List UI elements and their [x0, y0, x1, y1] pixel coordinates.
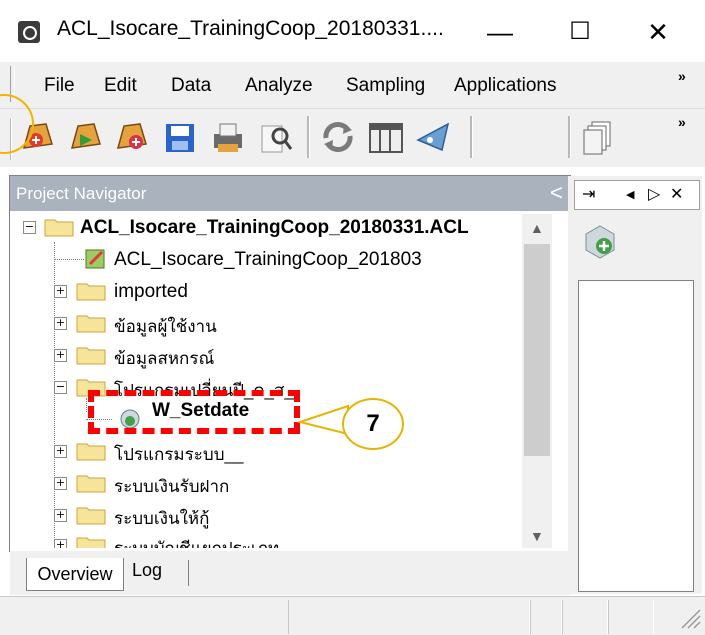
expand-icon[interactable]: + — [54, 539, 67, 548]
menu-edit[interactable]: Edit — [104, 75, 137, 97]
menu-file[interactable]: File — [44, 75, 75, 97]
tree-row-folder[interactable]: + โปรแกรมระบบ__ — [10, 436, 554, 466]
collapse-icon[interactable]: − — [23, 221, 36, 234]
close-button[interactable]: ✕ — [628, 8, 688, 56]
status-cell — [608, 600, 654, 634]
filter-icon[interactable] — [412, 114, 456, 160]
search-icon[interactable] — [254, 114, 298, 160]
project-navigator-title: Project Navigator — [16, 184, 147, 203]
menu-overflow-icon[interactable]: » — [678, 68, 686, 84]
project-tree: − ACL_Isocare_TrainingCoop_20180331.ACL … — [10, 212, 554, 548]
toolbar-separator — [307, 116, 310, 158]
new-table-icon[interactable] — [110, 114, 154, 160]
expand-icon[interactable]: + — [54, 445, 67, 458]
right-panel-content — [578, 280, 694, 592]
tab-divider — [188, 560, 189, 586]
prev-tab-icon[interactable]: ◀ — [626, 188, 634, 201]
expand-icon[interactable]: + — [54, 285, 67, 298]
status-cell — [288, 600, 530, 634]
scroll-up-icon[interactable]: ▲ — [530, 220, 544, 236]
refresh-icon[interactable] — [316, 114, 360, 160]
collapse-panel-button[interactable]: < — [550, 180, 563, 206]
tab-log[interactable]: Log — [132, 560, 162, 581]
resize-grip-icon[interactable] — [678, 606, 702, 630]
tree-row-folder[interactable]: + ข้อมูลผู้ใช้งาน — [10, 308, 554, 338]
table-layout-icon[interactable] — [364, 114, 408, 160]
tree-row-folder[interactable]: + imported — [10, 276, 554, 306]
log-file-icon — [85, 249, 105, 269]
add-item-icon[interactable] — [582, 224, 618, 260]
save-icon[interactable] — [158, 114, 202, 160]
collapse-icon[interactable]: − — [54, 381, 67, 394]
callout-number: 7 — [342, 398, 404, 450]
status-cell — [530, 600, 562, 634]
next-tab-icon[interactable]: ▷ — [648, 184, 660, 204]
folder-icon — [44, 219, 74, 237]
tree-item-label: ระบบเงินให้กู้ — [114, 509, 210, 528]
acl-app-icon — [18, 21, 40, 43]
menu-sampling[interactable]: Sampling — [346, 75, 425, 97]
tree-item-label-w-setdate[interactable]: W_Setdate — [152, 400, 249, 422]
tree-row-folder[interactable]: + ระบบเงินรับฝาก — [10, 468, 554, 498]
tree-item-label: ACL_Isocare_TrainingCoop_20180331.ACL — [80, 217, 469, 238]
expand-icon[interactable]: + — [54, 349, 67, 362]
expand-icon[interactable]: + — [54, 317, 67, 330]
tree-connector — [54, 259, 84, 260]
pin-icon[interactable]: ⇥ — [582, 184, 595, 204]
tree-item-label: imported — [114, 281, 188, 302]
tree-item-label: ข้อมูลผู้ใช้งาน — [114, 317, 217, 336]
menu-data[interactable]: Data — [171, 75, 211, 97]
menu-analyze[interactable]: Analyze — [245, 75, 313, 97]
tree-row-log[interactable]: ACL_Isocare_TrainingCoop_201803 — [10, 244, 554, 274]
menu-applications[interactable]: Applications — [454, 75, 556, 97]
folder-icon — [76, 315, 106, 333]
print-icon[interactable] — [206, 114, 250, 160]
copy-icon[interactable] — [576, 114, 620, 160]
scroll-down-icon[interactable]: ▼ — [530, 528, 544, 544]
folder-icon — [76, 283, 106, 301]
tree-item-label: ระบบบัญชีแยกประเภท — [114, 535, 279, 548]
maximize-button[interactable]: ☐ — [550, 8, 610, 56]
open-table-icon[interactable] — [64, 114, 108, 160]
close-panel-icon[interactable]: ✕ — [670, 184, 683, 204]
folder-icon — [76, 507, 106, 525]
folder-icon — [76, 537, 106, 548]
window-title: ACL_Isocare_TrainingCoop_20180331.... — [57, 17, 444, 40]
folder-icon — [76, 347, 106, 365]
tree-item-label: โปรแกรมระบบ__ — [114, 445, 244, 464]
expand-icon[interactable]: + — [54, 477, 67, 490]
toolbar-separator — [470, 116, 473, 158]
expand-icon[interactable]: + — [54, 509, 67, 522]
tree-item-label: ข้อมูลสหกรณ์ — [114, 349, 215, 368]
tab-overview[interactable]: Overview — [26, 558, 124, 591]
tree-row-folder[interactable]: + ข้อมูลสหกรณ์ — [10, 340, 554, 370]
folder-icon — [76, 443, 106, 461]
tree-item-label: ระบบเงินรับฝาก — [114, 477, 230, 496]
minimize-button[interactable]: — — [470, 8, 530, 56]
folder-icon — [76, 475, 106, 493]
tree-row-folder[interactable]: + ระบบเงินให้กู้ — [10, 500, 554, 530]
toolbar-separator — [568, 116, 571, 158]
tree-row-project[interactable]: − ACL_Isocare_TrainingCoop_20180331.ACL — [10, 212, 554, 242]
tree-row-folder[interactable]: + ระบบบัญชีแยกประเภท — [10, 530, 554, 548]
scrollbar-thumb[interactable] — [524, 244, 550, 456]
tree-item-label: ACL_Isocare_TrainingCoop_201803 — [114, 249, 422, 270]
toolbar-overflow-icon[interactable]: » — [678, 114, 686, 130]
status-cell — [562, 600, 608, 634]
